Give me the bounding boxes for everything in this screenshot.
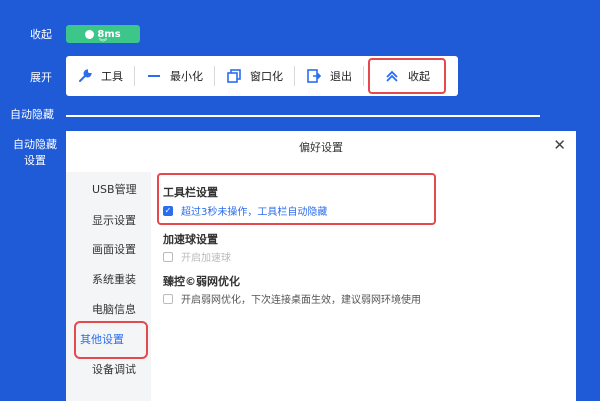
chevron-down-icon[interactable]: ︾ [99,39,107,47]
nav-item-usb[interactable]: USB管理 [76,182,151,198]
section-title-accel: 加速球设置 [163,233,218,246]
nav-item-debug[interactable]: 设备调试 [76,362,151,378]
double-chevron-up-icon [384,68,400,84]
dialog-title: 偏好设置 [299,141,343,154]
label-auto-hide-settings-text: 自动隐藏 [13,138,57,151]
minimize-icon [146,68,162,84]
dialog-body: USB管理 显示设置 画面设置 系统重装 电脑信息 其他设置 设备调试 工具栏设… [66,172,566,401]
tool-label: 工具 [101,70,123,83]
close-icon[interactable]: ✕ [553,136,566,154]
checkbox-icon[interactable] [163,251,173,262]
checkbox-checked-icon[interactable]: ✓ [163,205,173,216]
window-icon [226,68,242,84]
exit-label: 退出 [330,70,352,83]
option-weak-net[interactable]: 开启弱网优化，下次连接桌面生效，建议弱网环境使用 [163,291,421,306]
auto-hide-bar[interactable] [66,115,540,117]
nav-item-reinstall[interactable]: 系统重装 [76,272,151,288]
shield-icon [85,29,95,39]
exit-icon [306,68,322,84]
nav-item-other[interactable]: 其他设置 [74,321,148,359]
option-accel-ball[interactable]: 开启加速球 [163,249,231,264]
divider [363,66,364,86]
option-toolbar-autohide-label: 超过3秒未操作，工具栏自动隐藏 [181,207,328,218]
collapse-label: 收起 [408,70,430,83]
nav-item-display[interactable]: 显示设置 [76,213,151,229]
option-accel-ball-label: 开启加速球 [181,253,231,264]
section-title-weak-net: 臻控©弱网优化 [163,275,240,288]
collapse-button[interactable]: 收起 [368,58,446,94]
exit-button[interactable]: 退出 [295,56,363,96]
checkbox-icon[interactable] [163,293,173,304]
label-expand: 展开 [30,71,52,84]
label-auto-hide-settings: 自动隐藏 设置 [10,137,60,169]
minimize-label: 最小化 [170,70,203,83]
windowed-label: 窗口化 [250,70,283,83]
expanded-toolbar: 工具 最小化 窗口化 退出 收起 [66,56,458,96]
preferences-dialog: 偏好设置 ✕ USB管理 显示设置 画面设置 系统重装 电脑信息 其他设置 设备… [66,131,576,401]
tool-button[interactable]: 工具 [66,56,134,96]
wrench-icon [77,68,93,84]
option-weak-net-label: 开启弱网优化，下次连接桌面生效，建议弱网环境使用 [181,295,421,306]
settings-content: 工具栏设置 ✓ 超过3秒未操作，工具栏自动隐藏 加速球设置 开启加速球 臻控©弱… [151,172,566,401]
label-auto-hide: 自动隐藏 [10,108,54,121]
nav-item-pc-info[interactable]: 电脑信息 [76,302,151,318]
label-collapse: 收起 [30,28,52,41]
nav-item-picture[interactable]: 画面设置 [76,242,151,258]
windowed-button[interactable]: 窗口化 [215,56,294,96]
minimize-button[interactable]: 最小化 [135,56,214,96]
option-toolbar-autohide[interactable]: ✓ 超过3秒未操作，工具栏自动隐藏 [163,203,327,218]
label-settings-suffix: 设置 [24,154,46,167]
section-title-toolbar: 工具栏设置 [163,186,218,199]
